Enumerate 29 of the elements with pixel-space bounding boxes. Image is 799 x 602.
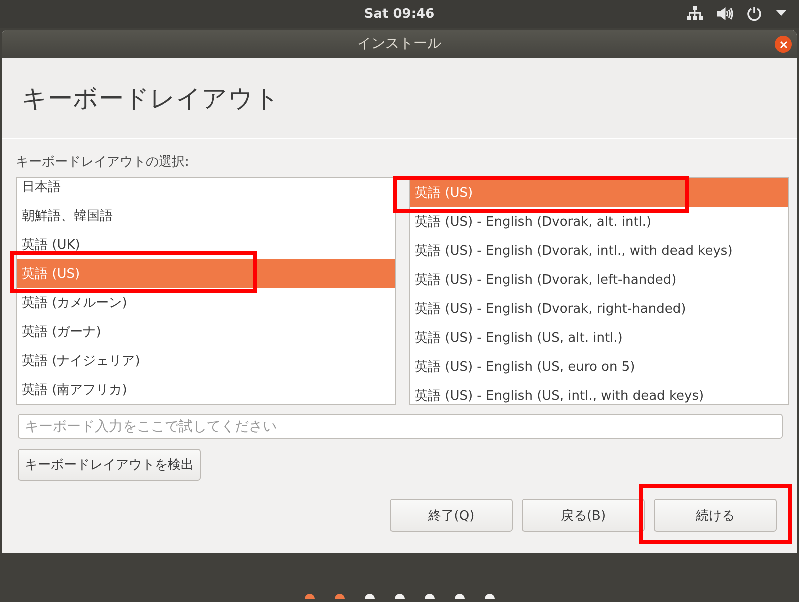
list-item[interactable]: 英語 (ガーナ) bbox=[17, 317, 395, 346]
list-item[interactable]: 英語 (US) - English (Dvorak, right-handed) bbox=[410, 294, 788, 323]
list-item[interactable]: 英語 (US) - English (US, intl., with dead keys) bbox=[410, 381, 788, 404]
dialog-button[interactable]: 終了(Q) bbox=[390, 499, 513, 532]
window-title: インストール bbox=[358, 35, 442, 53]
network-icon[interactable] bbox=[687, 6, 703, 21]
list-item[interactable]: 英語 (US) - English (Dvorak, left-handed) bbox=[410, 265, 788, 294]
list-item[interactable]: 朝鮮語、韓国語 bbox=[17, 201, 395, 230]
list-item[interactable]: 英語 (US) - English (Dvorak, intl., with dead keys) bbox=[410, 236, 788, 265]
list-item[interactable]: 日本語 bbox=[17, 178, 395, 201]
close-button[interactable] bbox=[775, 36, 792, 53]
page-title: キーボードレイアウト bbox=[22, 82, 280, 114]
list-item[interactable]: 英語 (UK) bbox=[17, 230, 395, 259]
volume-icon[interactable] bbox=[717, 6, 733, 20]
layout-label: キーボードレイアウトの選択: bbox=[16, 154, 190, 171]
dialog-button[interactable]: 戻る(B) bbox=[522, 499, 645, 532]
list-item[interactable]: 英語 (US) - English (Dvorak, alt. intl.) bbox=[410, 207, 788, 236]
dialog-button[interactable]: 続ける bbox=[654, 499, 777, 532]
list-item[interactable]: 英語 (US) - English (US, euro on 5) bbox=[410, 352, 788, 381]
close-icon bbox=[780, 40, 788, 48]
list-item[interactable]: 英語 (US) - English (US, alt. intl.) bbox=[410, 323, 788, 352]
list-item[interactable]: 英語 (ナイジェリア) bbox=[17, 346, 395, 375]
power-icon[interactable] bbox=[747, 6, 762, 21]
list-item[interactable]: 英語 (南アフリカ) bbox=[17, 375, 395, 404]
detect-layout-button[interactable]: キーボードレイアウトを検出 bbox=[18, 449, 201, 481]
list-item[interactable]: 英語 (カメルーン) bbox=[17, 288, 395, 317]
clock[interactable]: Sat 09:46 bbox=[364, 6, 435, 22]
caret-icon[interactable] bbox=[776, 10, 787, 17]
test-input-field[interactable]: キーボード入力をここで試してください bbox=[18, 414, 783, 439]
